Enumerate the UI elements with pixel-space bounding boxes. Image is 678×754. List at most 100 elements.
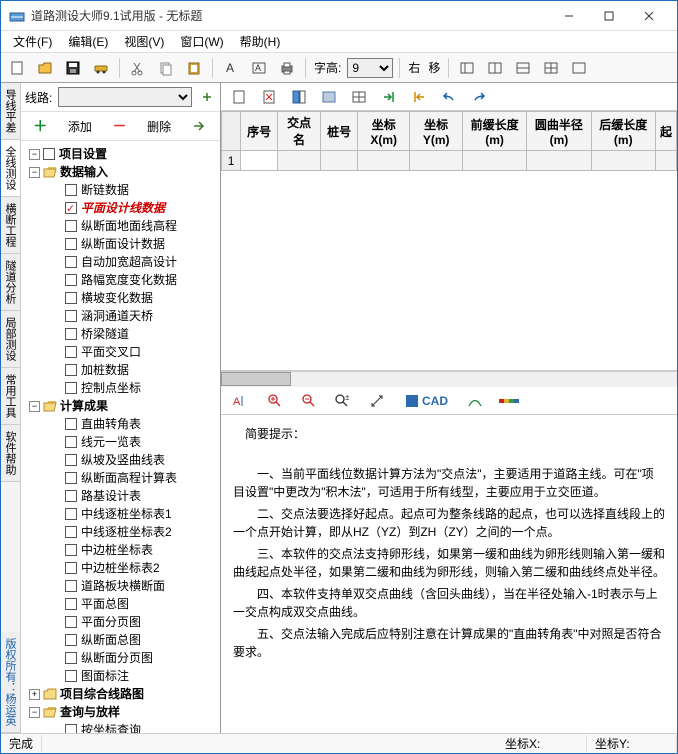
vtab-6[interactable]: 软件帮助 xyxy=(1,425,20,482)
tree-label[interactable]: 项目设置 xyxy=(59,145,107,163)
tree-label[interactable]: 纵断面分页图 xyxy=(81,649,153,667)
expander-icon[interactable]: − xyxy=(29,149,40,160)
right-label[interactable]: 右 xyxy=(406,59,422,76)
checkbox[interactable] xyxy=(65,616,77,628)
vtab-4[interactable]: 局部测设 xyxy=(1,311,20,368)
font-height-select[interactable]: 9 xyxy=(347,58,393,78)
new-button[interactable] xyxy=(5,56,29,80)
cell[interactable] xyxy=(655,151,676,171)
tree-item-26[interactable]: 平面分页图 xyxy=(23,613,218,631)
rt-grid-icon[interactable] xyxy=(347,85,371,109)
save-button[interactable] xyxy=(61,56,85,80)
route-select[interactable] xyxy=(58,87,192,107)
col-5[interactable]: 前缓长度(m) xyxy=(462,112,526,151)
checkbox[interactable] xyxy=(65,580,77,592)
maximize-button[interactable] xyxy=(589,1,629,31)
checkbox[interactable] xyxy=(65,238,77,250)
tree-label[interactable]: 涵洞通道天桥 xyxy=(81,307,153,325)
checkbox[interactable] xyxy=(65,328,77,340)
tree-item-32[interactable]: 按坐标查询 xyxy=(23,721,218,733)
tree[interactable]: − 项目设置−数据输入断链数据平面设计线数据纵断面地面线高程纵断面设计数据自动加宽… xyxy=(21,141,220,733)
color-bar-icon[interactable] xyxy=(497,389,521,413)
tree-label[interactable]: 平面分页图 xyxy=(81,613,141,631)
cell[interactable] xyxy=(241,151,278,171)
vtab-5[interactable]: 常用工具 xyxy=(1,368,20,425)
cell[interactable] xyxy=(277,151,320,171)
expander-icon[interactable]: − xyxy=(29,401,40,412)
menu-file[interactable]: 文件(F) xyxy=(5,31,60,52)
tree-item-17[interactable]: 纵坡及竖曲线表 xyxy=(23,451,218,469)
measure-icon[interactable] xyxy=(365,389,389,413)
open-button[interactable] xyxy=(33,56,57,80)
tree-item-1[interactable]: −数据输入 xyxy=(23,163,218,181)
tree-item-15[interactable]: 直曲转角表 xyxy=(23,415,218,433)
tree-label[interactable]: 控制点坐标 xyxy=(81,379,141,397)
menu-edit[interactable]: 编辑(E) xyxy=(60,31,116,52)
tree-item-29[interactable]: 图面标注 xyxy=(23,667,218,685)
checkbox[interactable] xyxy=(65,670,77,682)
rt-redo-icon[interactable] xyxy=(467,85,491,109)
route-action-button[interactable] xyxy=(198,88,216,106)
expander-icon[interactable]: + xyxy=(29,689,40,700)
tree-label[interactable]: 中边桩坐标表 xyxy=(81,541,153,559)
menu-window[interactable]: 窗口(W) xyxy=(172,31,231,52)
tree-item-23[interactable]: 中边桩坐标表2 xyxy=(23,559,218,577)
tree-item-20[interactable]: 中线逐桩坐标表1 xyxy=(23,505,218,523)
tree-label[interactable]: 自动加宽超高设计 xyxy=(81,253,177,271)
checkbox[interactable] xyxy=(65,724,77,733)
col-4[interactable]: 坐标Y(m) xyxy=(410,112,462,151)
tree-label[interactable]: 加桩数据 xyxy=(81,361,129,379)
rt-import-icon[interactable] xyxy=(377,85,401,109)
row-1-head[interactable]: 1 xyxy=(222,151,241,171)
tree-label[interactable]: 平面交叉口 xyxy=(81,343,141,361)
go-button[interactable] xyxy=(192,119,208,133)
col-2[interactable]: 桩号 xyxy=(321,112,358,151)
rt-clear-icon[interactable] xyxy=(317,85,341,109)
layout-4-button[interactable] xyxy=(539,56,563,80)
cut-button[interactable] xyxy=(126,56,150,80)
tree-label[interactable]: 平面设计线数据 xyxy=(81,199,165,217)
menu-view[interactable]: 视图(V) xyxy=(116,31,172,52)
tree-item-10[interactable]: 桥梁隧道 xyxy=(23,325,218,343)
tree-item-13[interactable]: 控制点坐标 xyxy=(23,379,218,397)
tree-label[interactable]: 平面总图 xyxy=(81,595,129,613)
tree-item-25[interactable]: 平面总图 xyxy=(23,595,218,613)
col-1[interactable]: 交点名 xyxy=(277,112,320,151)
checkbox[interactable] xyxy=(65,508,77,520)
rt-new-icon[interactable] xyxy=(227,85,251,109)
tree-item-28[interactable]: 纵断面分页图 xyxy=(23,649,218,667)
checkbox[interactable] xyxy=(65,526,77,538)
tree-label[interactable]: 纵断面总图 xyxy=(81,631,141,649)
tree-item-30[interactable]: + 项目综合线路图 xyxy=(23,685,218,703)
checkbox[interactable] xyxy=(65,544,77,556)
text-box-button[interactable]: A xyxy=(247,56,271,80)
cell[interactable] xyxy=(410,151,462,171)
tree-item-4[interactable]: 纵断面地面线高程 xyxy=(23,217,218,235)
vtab-3[interactable]: 隧道分析 xyxy=(1,254,20,311)
cell[interactable] xyxy=(357,151,409,171)
checkbox[interactable] xyxy=(65,292,77,304)
cad-button[interactable]: CAD xyxy=(399,389,453,413)
curve-icon[interactable] xyxy=(463,389,487,413)
tree-label[interactable]: 图面标注 xyxy=(81,667,129,685)
tree-label[interactable]: 中线逐桩坐标表2 xyxy=(81,523,172,541)
checkbox[interactable] xyxy=(65,598,77,610)
delete-icon[interactable]: － xyxy=(113,116,127,136)
add-label[interactable]: 添加 xyxy=(68,118,92,135)
tree-item-3[interactable]: 平面设计线数据 xyxy=(23,199,218,217)
minimize-button[interactable] xyxy=(549,1,589,31)
col-8[interactable]: 起 xyxy=(655,112,676,151)
zoom-fit-icon[interactable]: ± xyxy=(331,389,355,413)
checkbox[interactable] xyxy=(65,418,77,430)
tree-label[interactable]: 纵断面设计数据 xyxy=(81,235,165,253)
checkbox[interactable] xyxy=(65,634,77,646)
tree-item-18[interactable]: 纵断面高程计算表 xyxy=(23,469,218,487)
tree-item-22[interactable]: 中边桩坐标表 xyxy=(23,541,218,559)
menu-help[interactable]: 帮助(H) xyxy=(232,31,289,52)
tree-label[interactable]: 项目综合线路图 xyxy=(60,685,144,703)
print-button[interactable] xyxy=(275,56,299,80)
tree-label[interactable]: 断链数据 xyxy=(81,181,129,199)
tree-item-9[interactable]: 涵洞通道天桥 xyxy=(23,307,218,325)
layout-2-button[interactable] xyxy=(483,56,507,80)
vtab-1[interactable]: 全线测设 xyxy=(1,140,20,197)
